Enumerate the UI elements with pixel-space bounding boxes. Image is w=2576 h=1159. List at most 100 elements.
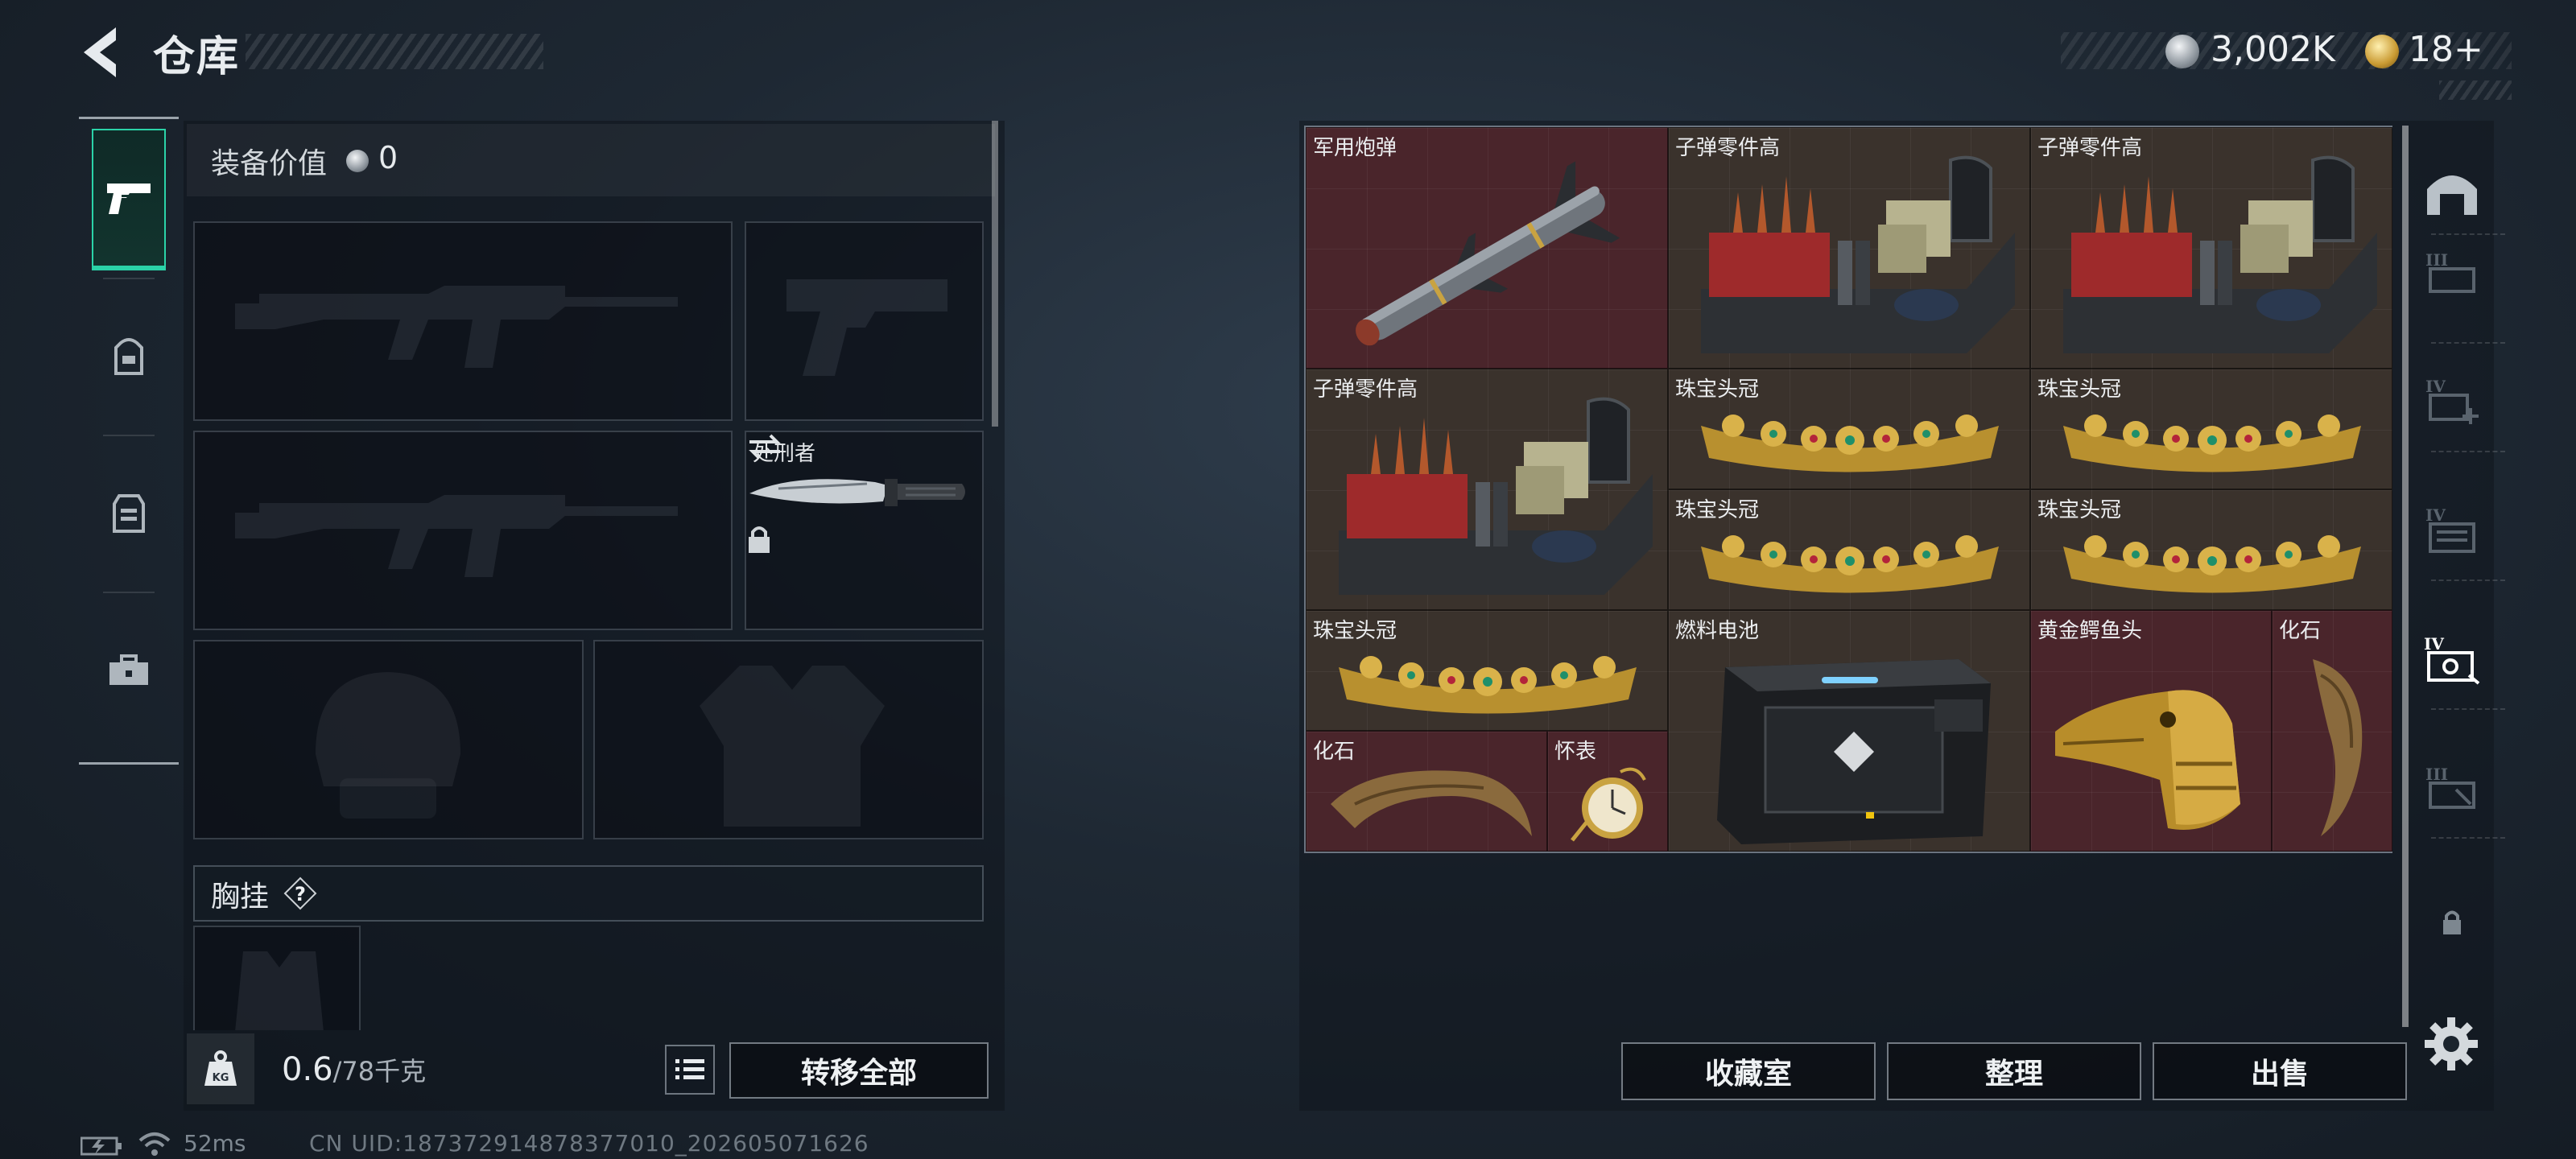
- helmet-slot[interactable]: [193, 640, 584, 839]
- storage-item[interactable]: 珠宝头冠: [1668, 489, 2030, 610]
- loadout-scrollbar[interactable]: [992, 121, 998, 427]
- sell-button[interactable]: 出售: [2153, 1042, 2407, 1100]
- warehouse-icon: [2427, 175, 2477, 215]
- lock-icon: [2443, 910, 2461, 934]
- svg-text:IV: IV: [2425, 377, 2446, 396]
- category-weapons[interactable]: [92, 129, 166, 270]
- category-supplies[interactable]: [92, 600, 166, 741]
- item-label: 怀表: [1554, 740, 1597, 764]
- pocket-watch-icon: [1571, 767, 1646, 842]
- equipment-value: 0: [378, 140, 398, 175]
- chest-rig-slot[interactable]: [193, 926, 361, 1030]
- combat-knife-icon: [749, 479, 965, 506]
- tiara-icon: [2063, 535, 2361, 593]
- fossil-claw-icon: [2313, 659, 2363, 836]
- svg-text:III: III: [2425, 765, 2448, 784]
- weight-indicator: KG: [187, 1033, 254, 1104]
- storage-tab-4-add[interactable]: IV: [2421, 370, 2483, 431]
- storage-box-4-active-icon: IV: [2424, 634, 2480, 685]
- carry-weight: 0.6/78千克: [282, 1051, 426, 1088]
- ping-indicator: 52ms: [184, 1130, 246, 1157]
- fuel-cell-icon: [1717, 659, 1991, 844]
- storage-box-4-files-icon: IV: [2425, 505, 2475, 553]
- category-sidebar: [79, 117, 179, 765]
- warehouse-tab[interactable]: [2421, 161, 2483, 222]
- rifle-silhouette-icon: [235, 286, 678, 368]
- money-balance[interactable]: 3,002K: [2211, 29, 2335, 70]
- list-view-button[interactable]: [665, 1045, 715, 1095]
- missile-icon: [1356, 161, 1620, 346]
- storage-item[interactable]: 黄金鳄鱼头: [2030, 610, 2272, 852]
- gold-croc-head-icon: [2055, 690, 2240, 830]
- rail-decoration: [2439, 80, 2512, 100]
- item-label: 黄金鳄鱼头: [2037, 619, 2143, 643]
- back-arrow-icon[interactable]: [77, 24, 126, 80]
- silver-coin-icon: [346, 150, 369, 172]
- svg-text:III: III: [2425, 250, 2448, 270]
- storage-item[interactable]: 珠宝头冠: [1668, 369, 2030, 489]
- equipment-value-label: 装备价值: [211, 147, 328, 180]
- silver-coin-icon: [2165, 35, 2199, 68]
- svg-text:IV: IV: [2425, 505, 2446, 525]
- storage-box-3-icon: III: [2425, 250, 2475, 293]
- storage-item[interactable]: 珠宝头冠: [2030, 489, 2392, 610]
- toolbox-icon: [109, 654, 148, 685]
- storage-tab-4-active[interactable]: IV: [2421, 628, 2483, 689]
- ammo-crate-icon: [1339, 397, 1653, 595]
- help-glyph: ?: [295, 883, 306, 905]
- backup-weapon-slot[interactable]: [193, 431, 733, 630]
- storage-item[interactable]: 化石: [1306, 731, 1547, 852]
- secondary-weapon-slot[interactable]: [745, 221, 984, 421]
- backpack-icon: [114, 338, 143, 375]
- ammo-crate-icon: [1701, 155, 2015, 353]
- battery-icon: [80, 1136, 122, 1156]
- storage-item[interactable]: 子弹零件高: [1668, 127, 2030, 369]
- primary-weapon-slot[interactable]: [193, 221, 733, 421]
- item-label: 化石: [2279, 619, 2322, 643]
- storage-box-3b-icon: III: [2425, 765, 2475, 809]
- tiara-icon: [1701, 535, 1999, 593]
- list-icon: [675, 1059, 704, 1079]
- transfer-all-button[interactable]: 转移全部: [729, 1042, 989, 1099]
- chest-rig-label: 胸挂: [211, 881, 270, 914]
- locked-tab[interactable]: [2421, 892, 2483, 953]
- help-icon[interactable]: ?: [283, 876, 317, 910]
- item-label: 军用炮弹: [1313, 136, 1397, 160]
- melee-name: 处刑者: [753, 442, 816, 466]
- storage-box-4-add-icon: IV: [2425, 377, 2479, 424]
- user-uid: CN UID:187372914878377010_202605071626: [309, 1130, 869, 1157]
- storage-scrollbar[interactable]: [2402, 126, 2409, 1027]
- category-armor[interactable]: [92, 286, 166, 427]
- title-decoration: [246, 34, 543, 69]
- storage-item[interactable]: 军用炮弹: [1306, 127, 1668, 369]
- weight-icon: KG: [204, 1050, 237, 1086]
- storage-item[interactable]: 子弹零件高: [1306, 369, 1668, 610]
- body-armor-slot[interactable]: [593, 640, 984, 839]
- wifi-icon: [138, 1132, 171, 1156]
- vest-silhouette-icon: [700, 666, 885, 827]
- category-chest-rig[interactable]: [92, 443, 166, 584]
- settings-gear-icon[interactable]: [2423, 1016, 2479, 1072]
- storage-item[interactable]: 珠宝头冠: [2030, 369, 2392, 489]
- collection-room-button[interactable]: 收藏室: [1621, 1042, 1876, 1100]
- gold-ticket-icon: [2365, 35, 2399, 68]
- ticket-balance[interactable]: 18+: [2409, 29, 2483, 70]
- svg-text:IV: IV: [2424, 634, 2444, 654]
- storage-tab-3[interactable]: III: [2421, 241, 2483, 303]
- weight-max: /78千克: [332, 1056, 427, 1087]
- melee-slot[interactable]: 处刑者: [745, 431, 984, 630]
- storage-item[interactable]: 燃料电池: [1668, 610, 2030, 852]
- organize-button[interactable]: 整理: [1887, 1042, 2141, 1100]
- page-title: 仓库: [153, 33, 241, 81]
- storage-item[interactable]: 珠宝头冠: [1306, 610, 1668, 731]
- tiara-icon: [1701, 415, 1999, 472]
- lock-icon: [749, 526, 770, 553]
- storage-item[interactable]: 怀表: [1547, 731, 1668, 852]
- svg-text:KG: KG: [213, 1072, 229, 1084]
- storage-tab-3-b[interactable]: III: [2421, 757, 2483, 818]
- storage-item[interactable]: 子弹零件高: [2030, 127, 2392, 369]
- rig-silhouette-icon: [235, 951, 324, 1030]
- storage-tab-4-files[interactable]: IV: [2421, 499, 2483, 560]
- storage-item[interactable]: 化石: [2272, 610, 2392, 852]
- fossil-claw-icon: [1331, 770, 1532, 836]
